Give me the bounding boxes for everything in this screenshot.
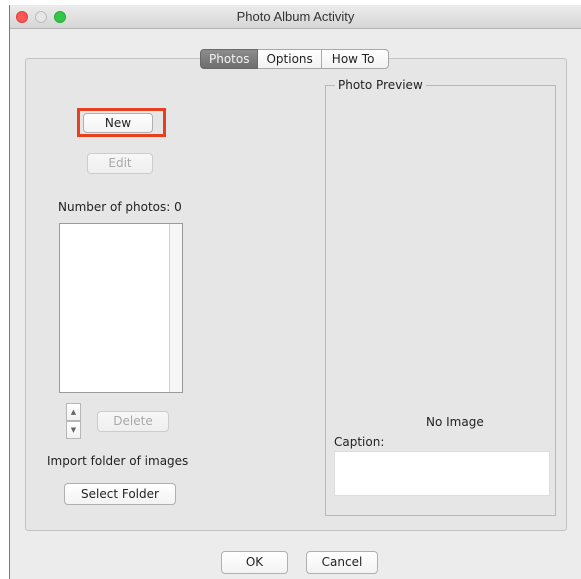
photo-count-label: Number of photos: 0 bbox=[58, 200, 182, 214]
caption-field[interactable] bbox=[334, 451, 550, 496]
photo-preview-group: Photo Preview No Image Caption: bbox=[325, 78, 556, 516]
tab-photos[interactable]: Photos bbox=[200, 49, 259, 69]
move-down-arrow-icon[interactable]: ▼ bbox=[66, 421, 81, 439]
tab-how-to[interactable]: How To bbox=[321, 49, 390, 69]
ok-button[interactable]: OK bbox=[221, 551, 288, 574]
edit-button[interactable]: Edit bbox=[87, 153, 153, 174]
dialog-window: Photo Album Activity Photos Options How … bbox=[9, 5, 581, 579]
window-title: Photo Album Activity bbox=[236, 9, 355, 24]
select-folder-button[interactable]: Select Folder bbox=[64, 483, 176, 505]
tab-options[interactable]: Options bbox=[258, 49, 322, 69]
move-up-arrow-icon[interactable]: ▲ bbox=[66, 403, 81, 421]
delete-button[interactable]: Delete bbox=[97, 411, 169, 432]
no-image-label: No Image bbox=[426, 415, 484, 429]
tab-bar: Photos Options How To bbox=[200, 49, 390, 69]
caption-label: Caption: bbox=[334, 435, 385, 449]
new-button[interactable]: New bbox=[83, 113, 153, 133]
import-folder-label: Import folder of images bbox=[47, 454, 189, 468]
photo-preview-legend: Photo Preview bbox=[335, 78, 426, 92]
cancel-button[interactable]: Cancel bbox=[306, 551, 378, 574]
photo-list-scrollbar[interactable] bbox=[169, 224, 182, 392]
reorder-stepper: ▲ ▼ bbox=[66, 403, 81, 439]
title-bar[interactable]: Photo Album Activity bbox=[10, 5, 581, 29]
photo-list[interactable] bbox=[59, 223, 183, 393]
